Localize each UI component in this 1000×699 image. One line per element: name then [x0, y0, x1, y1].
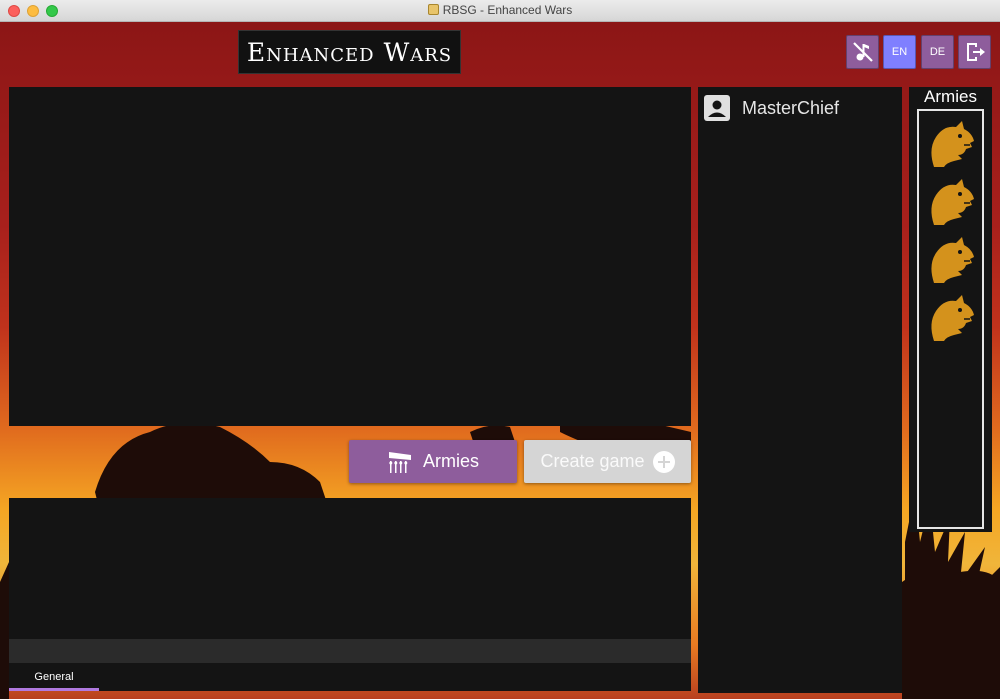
armies-sidebar-title: Armies	[924, 87, 977, 106]
chat-tab-general[interactable]: General	[9, 666, 99, 691]
dragon-icon[interactable]	[926, 177, 976, 227]
logout-button[interactable]	[958, 35, 991, 69]
dragon-icon[interactable]	[926, 235, 976, 285]
language-en-button[interactable]: EN	[883, 35, 916, 69]
music-off-icon	[852, 42, 873, 62]
game-list-panel[interactable]	[9, 87, 691, 426]
dragon-icon[interactable]	[926, 293, 976, 343]
app-area: Enhanced Wars EN DE Armies Create game G…	[0, 22, 1000, 699]
window-title-text: RBSG - Enhanced Wars	[442, 3, 573, 17]
logout-icon	[966, 43, 985, 61]
window-title: RBSG - Enhanced Wars	[0, 3, 1000, 17]
online-users-panel: MasterChief	[698, 87, 902, 693]
armies-sidebar: Armies	[909, 87, 992, 532]
language-de-button[interactable]: DE	[921, 35, 954, 69]
account-box-icon	[704, 95, 730, 121]
plus-circle-icon	[652, 450, 675, 473]
armies-button[interactable]: Armies	[349, 440, 517, 483]
chat-message-input[interactable]	[9, 639, 691, 663]
app-logo: Enhanced Wars	[238, 30, 461, 74]
chat-panel: General	[9, 498, 691, 691]
music-toggle-button[interactable]	[846, 35, 879, 69]
create-game-button-label: Create game	[540, 451, 645, 471]
armies-list	[917, 109, 984, 529]
army-banner-icon	[388, 451, 411, 473]
app-icon	[427, 4, 439, 15]
create-game-button[interactable]: Create game	[524, 440, 691, 483]
armies-button-label: Armies	[422, 451, 479, 471]
window-titlebar: RBSG - Enhanced Wars	[0, 0, 1000, 22]
dragon-icon[interactable]	[926, 119, 976, 169]
user-name: MasterChief	[742, 97, 840, 118]
user-list-item[interactable]: MasterChief	[704, 95, 839, 121]
